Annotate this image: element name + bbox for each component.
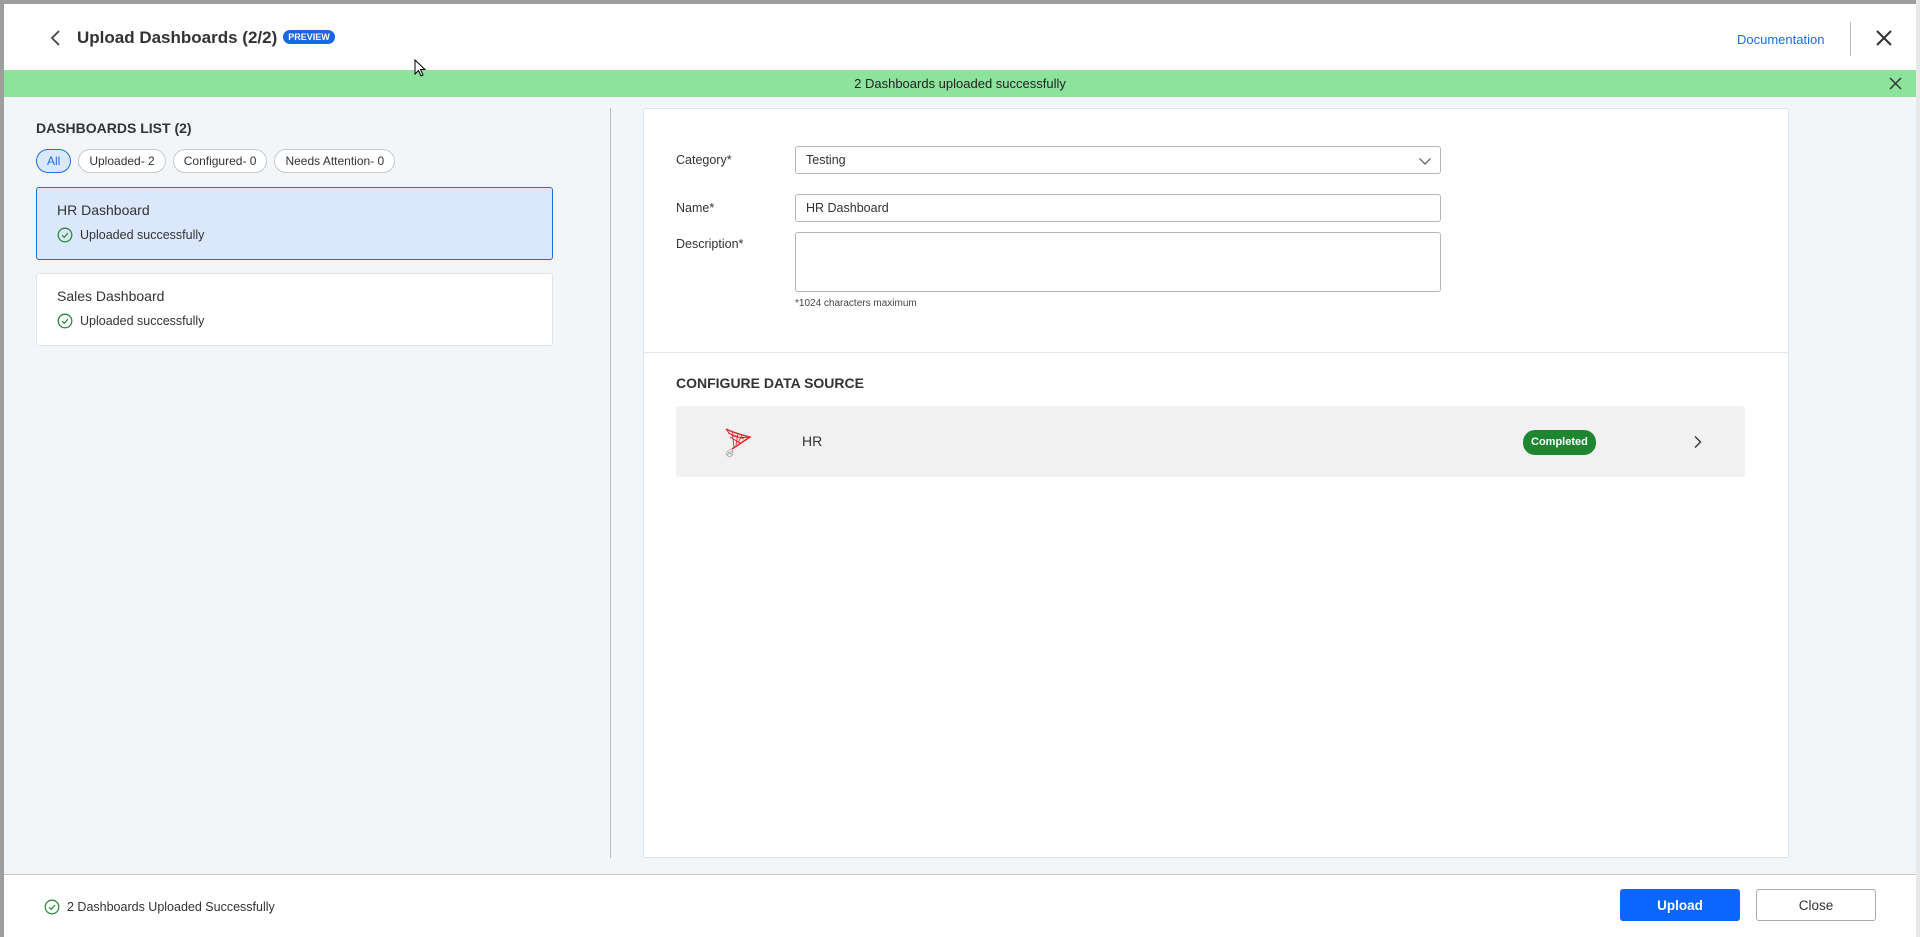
dashboard-status-text: Uploaded successfully (80, 228, 205, 242)
dashboard-item-hr[interactable]: HR Dashboard Uploaded successfully (36, 187, 553, 260)
footer: 2 Dashboards Uploaded Successfully Uploa… (4, 874, 1916, 937)
dashboard-status-text: Uploaded successfully (80, 314, 205, 328)
close-dialog-button[interactable] (1872, 26, 1896, 50)
name-label: Name* (676, 201, 715, 215)
header-divider (1850, 22, 1851, 56)
success-banner: 2 Dashboards uploaded successfully (4, 70, 1916, 97)
close-button[interactable]: Close (1756, 889, 1876, 921)
description-input[interactable] (795, 232, 1441, 292)
dashboard-status: Uploaded successfully (57, 227, 532, 243)
section-divider (644, 352, 1788, 353)
upload-dashboards-page: Upload Dashboards (2/2) PREVIEW Documenta… (4, 4, 1916, 937)
category-value: Testing (806, 153, 846, 167)
header: Upload Dashboards (2/2) PREVIEW Documenta… (4, 4, 1916, 70)
dashboard-name: Sales Dashboard (57, 288, 165, 304)
back-button[interactable] (44, 26, 68, 50)
filter-configured[interactable]: Configured- 0 (172, 149, 268, 173)
page-title-text: Upload Dashboards (2/2) (77, 28, 278, 47)
close-icon (1876, 30, 1892, 46)
filter-uploaded[interactable]: Uploaded- 2 (78, 149, 166, 173)
data-source-item-hr[interactable]: HR Completed (676, 406, 1745, 477)
data-source-status-badge: Completed (1523, 430, 1596, 455)
filter-all[interactable]: All (36, 149, 72, 173)
description-row: Description* *1024 characters maximum (676, 232, 1441, 309)
dashboards-list-title: DASHBOARDS LIST (2) (36, 120, 192, 136)
footer-status-text: 2 Dashboards Uploaded Successfully (67, 900, 275, 914)
configure-data-source-title: CONFIGURE DATA SOURCE (676, 375, 864, 391)
preview-badge: PREVIEW (283, 30, 335, 44)
dashboards-list-panel: DASHBOARDS LIST (2) All Uploaded- 2 Conf… (36, 109, 557, 346)
check-circle-icon (44, 899, 60, 915)
close-icon (1889, 77, 1902, 90)
upload-button[interactable]: Upload (1620, 889, 1740, 921)
name-input[interactable] (795, 194, 1441, 222)
dashboard-details-panel: Category* Testing Name* Description* *10… (643, 108, 1789, 858)
banner-close-button[interactable] (1888, 76, 1903, 91)
dashboard-item-sales[interactable]: Sales Dashboard Uploaded successfully (36, 273, 553, 346)
category-select[interactable]: Testing (795, 146, 1441, 174)
category-row: Category* Testing (676, 146, 1441, 174)
chevron-right-icon[interactable] (1691, 435, 1705, 449)
chevron-down-icon (1419, 158, 1431, 165)
footer-status: 2 Dashboards Uploaded Successfully (44, 899, 275, 915)
filter-pills: All Uploaded- 2 Configured- 0 Needs Atte… (36, 149, 557, 173)
dashboard-status: Uploaded successfully (57, 313, 532, 329)
description-label: Description* (676, 237, 744, 251)
data-source-name: HR (802, 433, 823, 449)
chevron-left-icon (50, 30, 60, 46)
panel-divider (610, 108, 611, 858)
check-circle-icon (57, 313, 73, 329)
scrollbar-track[interactable] (1916, 0, 1920, 937)
page-title: Upload Dashboards (2/2) PREVIEW (77, 28, 335, 48)
banner-message: 2 Dashboards uploaded successfully (854, 76, 1066, 91)
check-circle-icon (57, 227, 73, 243)
dashboard-name: HR Dashboard (57, 202, 150, 218)
description-hint: *1024 characters maximum (795, 298, 917, 309)
documentation-link[interactable]: Documentation (1737, 32, 1824, 47)
filter-needs-attention[interactable]: Needs Attention- 0 (274, 149, 396, 173)
category-label: Category* (676, 153, 732, 167)
name-row: Name* (676, 194, 1441, 222)
sql-server-icon (725, 428, 752, 458)
